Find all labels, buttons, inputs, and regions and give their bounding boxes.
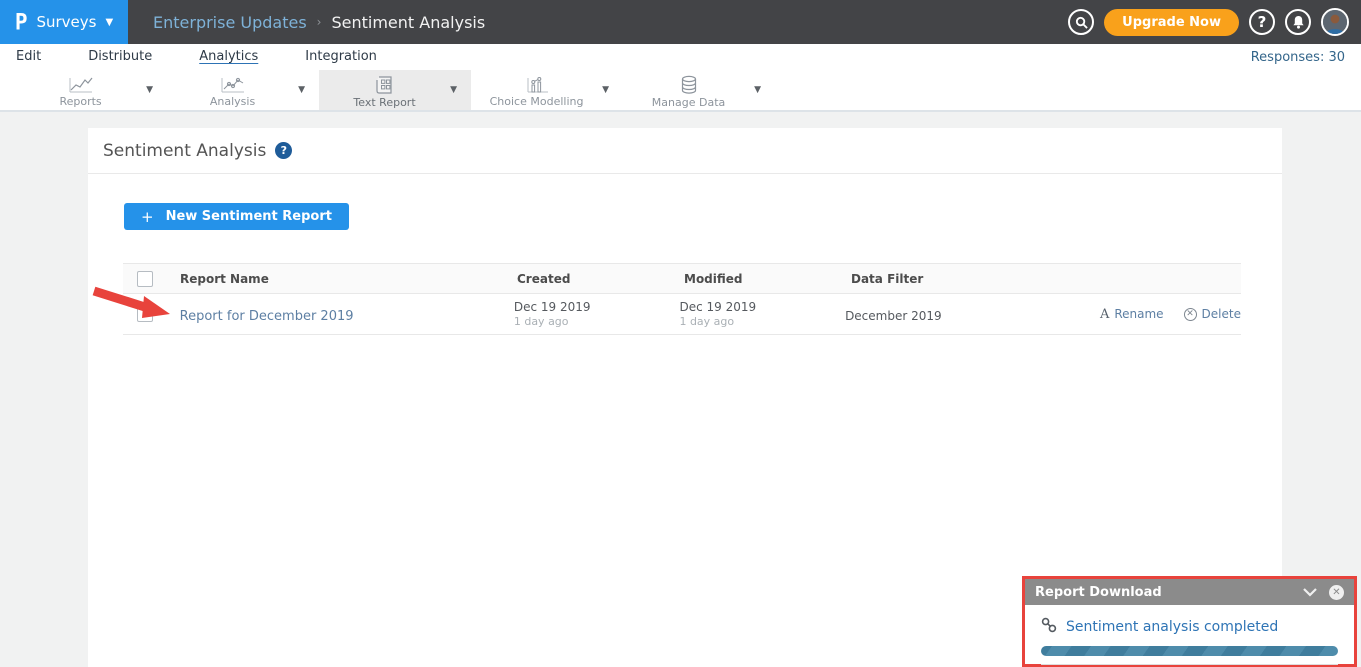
table-row: Report for December 2019 Dec 19 2019 1 d… [123, 294, 1241, 335]
chevron-down-icon[interactable]: ▼ [298, 85, 319, 95]
tab-analytics[interactable]: Analytics [199, 49, 258, 65]
breadcrumb-separator: › [317, 15, 322, 29]
toolbar-item-reports[interactable]: Reports ▼ [15, 70, 167, 110]
modified-relative: 1 day ago [679, 315, 845, 329]
page-help-icon[interactable]: ? [275, 142, 292, 159]
delete-circle-x-icon: ✕ [1184, 308, 1197, 321]
header-created: Created [517, 272, 684, 286]
download-progress-bar [1041, 646, 1338, 656]
analytics-toolbar: Reports ▼ Analysis ▼ Text Report ▼ Choic… [0, 70, 1361, 112]
breadcrumb-parent-link[interactable]: Enterprise Updates [153, 13, 307, 32]
report-download-title: Report Download [1035, 585, 1162, 600]
top-navbar: P Surveys ▼ Enterprise Updates › Sentime… [0, 0, 1361, 44]
report-name-link[interactable]: Report for December 2019 [180, 309, 354, 324]
rename-button[interactable]: A Rename [1100, 307, 1164, 322]
breadcrumb: Enterprise Updates › Sentiment Analysis [153, 13, 485, 32]
delete-button[interactable]: ✕ Delete [1184, 307, 1241, 321]
created-date: Dec 19 2019 [514, 300, 680, 315]
report-download-body: Sentiment analysis completed [1025, 605, 1354, 665]
toolbar-item-choice-modelling[interactable]: Choice Modelling ▼ [471, 70, 623, 110]
questionpro-logo: P [15, 9, 28, 34]
tab-distribute[interactable]: Distribute [88, 49, 152, 65]
toolbar-item-manage-data[interactable]: Manage Data ▼ [623, 70, 775, 110]
chevron-down-icon[interactable]: ▼ [602, 85, 623, 95]
panel-divider [1041, 664, 1338, 665]
choice-modelling-icon [524, 76, 550, 94]
page-title: Sentiment Analysis [103, 141, 266, 161]
sentiment-completed-link[interactable]: Sentiment analysis completed [1066, 619, 1278, 635]
reports-table: Report Name Created Modified Data Filter… [123, 263, 1241, 335]
toolbar-item-analysis[interactable]: Analysis ▼ [167, 70, 319, 110]
header-report-name: Report Name [180, 272, 517, 286]
topbar-actions: Upgrade Now ? [1068, 8, 1361, 36]
modified-date: Dec 19 2019 [679, 300, 845, 315]
header-modified: Modified [684, 272, 851, 286]
rename-letter-icon: A [1100, 307, 1109, 322]
chevron-down-icon[interactable]: ▼ [146, 85, 167, 95]
card-title-row: Sentiment Analysis ? [88, 128, 1282, 174]
collapse-chevron-icon[interactable] [1303, 588, 1317, 597]
toolbar-item-text-report[interactable]: Text Report ▼ [319, 70, 471, 110]
new-report-button-label: New Sentiment Report [166, 209, 332, 224]
chevron-down-icon[interactable]: ▼ [754, 85, 775, 95]
select-all-checkbox[interactable] [137, 271, 153, 287]
survey-tab-nav: Edit Distribute Analytics Integration Re… [0, 44, 1361, 70]
created-relative: 1 day ago [514, 315, 680, 329]
plus-icon: + [141, 208, 154, 226]
text-report-icon [375, 75, 395, 95]
upgrade-now-button[interactable]: Upgrade Now [1104, 9, 1239, 36]
responses-count: Responses: 30 [1251, 50, 1345, 65]
close-icon[interactable]: ✕ [1329, 585, 1344, 600]
new-sentiment-report-button[interactable]: + New Sentiment Report [124, 203, 349, 230]
chevron-down-icon[interactable]: ▼ [450, 85, 471, 95]
row-checkbox[interactable] [137, 306, 153, 322]
search-icon[interactable] [1068, 9, 1094, 35]
help-icon[interactable]: ? [1249, 9, 1275, 35]
user-avatar[interactable] [1321, 8, 1349, 36]
database-icon [679, 75, 699, 95]
line-chart-icon [68, 76, 94, 94]
data-filter-value: December 2019 [845, 309, 942, 323]
table-header-row: Report Name Created Modified Data Filter [123, 263, 1241, 294]
report-download-panel: Report Download ✕ Sentiment analysis com… [1022, 576, 1357, 667]
scatter-chart-icon [220, 76, 246, 94]
report-download-header[interactable]: Report Download ✕ [1025, 579, 1354, 605]
header-data-filter: Data Filter [851, 272, 1108, 286]
breadcrumb-current: Sentiment Analysis [331, 13, 485, 32]
tab-edit[interactable]: Edit [16, 49, 41, 65]
product-label: Surveys [36, 13, 96, 31]
link-chain-icon [1041, 617, 1057, 637]
notifications-bell-icon[interactable] [1285, 9, 1311, 35]
surveys-product-menu[interactable]: P Surveys ▼ [0, 0, 128, 44]
chevron-down-icon: ▼ [105, 17, 113, 28]
tab-integration[interactable]: Integration [305, 49, 377, 65]
